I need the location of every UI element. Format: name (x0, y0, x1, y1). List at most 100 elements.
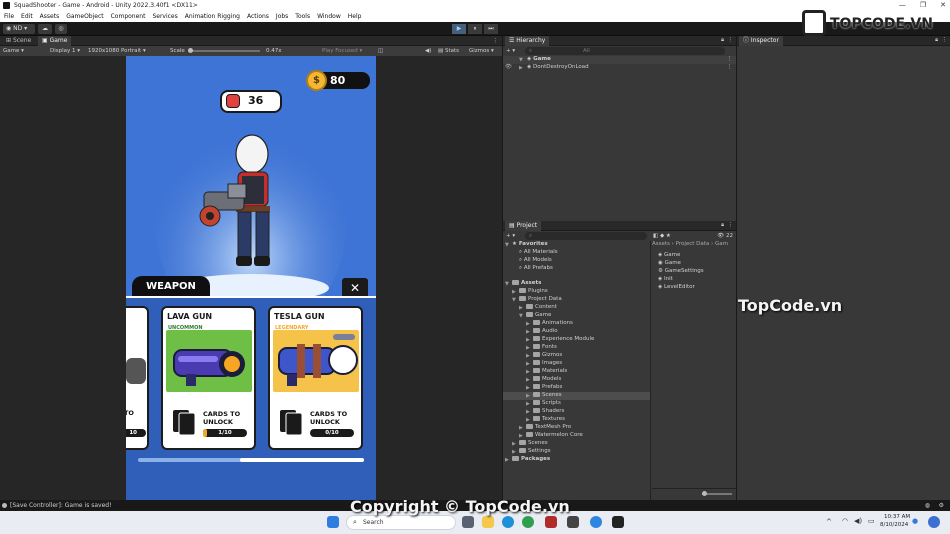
folder-row[interactable]: ▶ Audio (503, 328, 650, 336)
project-splitter[interactable] (650, 241, 651, 500)
project-search-input[interactable]: ⌕ (525, 232, 647, 240)
favorite-item[interactable]: ⌕ All Models (519, 257, 552, 264)
weapon-card-lava-gun[interactable]: LAVA GUN UNCOMMON CARDS TO UNLOCK 1/10 (161, 306, 256, 450)
volume-icon[interactable]: ◀) (854, 517, 862, 525)
expand-icon[interactable]: ▶ (526, 353, 530, 359)
menu-window[interactable]: Window (317, 11, 341, 22)
add-button[interactable]: + ▾ (506, 46, 515, 56)
panel-menu-icon[interactable]: ⋮ (942, 37, 948, 43)
folder-row[interactable]: ▶ Images (503, 360, 650, 368)
expand-icon[interactable]: ▶ (526, 361, 530, 367)
minimize-button[interactable]: — (899, 0, 906, 11)
scale-slider-thumb[interactable] (188, 48, 193, 53)
menu-component[interactable]: Component (111, 11, 146, 22)
view-mode-dropdown[interactable]: Game ▾ (3, 46, 24, 56)
expand-icon[interactable]: ▶ (519, 433, 523, 439)
file-item[interactable]: ⚙ GameSettings (658, 268, 704, 274)
folder-row[interactable]: ▶ TextMesh Pro (503, 424, 650, 432)
taskbar-search-input[interactable]: ⌕ Search (346, 515, 456, 530)
play-focused-dropdown[interactable]: Play Focused ▾ (322, 46, 362, 56)
expand-icon[interactable]: ▶ (526, 385, 530, 391)
expand-icon[interactable]: ▼ (519, 57, 523, 63)
folder-row[interactable]: ▼ Game (503, 312, 650, 320)
file-item[interactable]: ◈ Game (658, 252, 680, 258)
filter-icons[interactable]: ◧ ◆ ★ (653, 231, 671, 241)
file-item[interactable]: ◈ Init (658, 276, 673, 282)
folder-row[interactable]: ▼ Project Data (503, 296, 650, 304)
folder-row[interactable]: ▶ Settings (503, 448, 650, 456)
folder-row[interactable]: ▶ Models (503, 376, 650, 384)
app-icon[interactable] (545, 516, 557, 528)
notification-icon[interactable]: ● (912, 517, 918, 525)
lock-icon[interactable]: 🔒︎ (935, 37, 938, 44)
tab-project[interactable]: ▤ Project (505, 221, 542, 231)
expand-icon[interactable]: ▶ (526, 369, 530, 375)
expand-icon[interactable]: ▶ (526, 329, 530, 335)
file-item[interactable]: ◉ Game (658, 260, 681, 266)
expand-icon[interactable]: ▼ (505, 281, 509, 287)
menu-actions[interactable]: Actions (247, 11, 269, 22)
expand-icon[interactable]: ▼ (512, 297, 516, 303)
edge-icon[interactable] (502, 516, 514, 528)
display-dropdown[interactable]: Display 1 ▾ (50, 46, 80, 56)
menu-tools[interactable]: Tools (295, 11, 310, 22)
menu-services[interactable]: Services (152, 11, 177, 22)
menu-gameobject[interactable]: GameObject (66, 11, 103, 22)
visibility-icon[interactable]: 👁︎ (505, 64, 512, 70)
folder-row[interactable]: ▶ Prefabs (503, 384, 650, 392)
menu-help[interactable]: Help (348, 11, 362, 22)
cloud-icon[interactable]: ☁ (38, 24, 52, 34)
folder-row[interactable]: ▶ Animations (503, 320, 650, 328)
task-view-icon[interactable] (462, 516, 474, 528)
resolution-dropdown[interactable]: 1920x1080 Portrait ▾ (88, 46, 146, 56)
app-icon[interactable] (567, 516, 579, 528)
expand-icon[interactable]: ▶ (526, 345, 530, 351)
account-dropdown[interactable]: ◉ ND ▾ (3, 24, 35, 34)
expand-icon[interactable]: ▶ (519, 425, 523, 431)
packages-header[interactable]: Packages (512, 456, 550, 462)
file-explorer-icon[interactable] (482, 516, 494, 528)
expand-icon[interactable]: ▶ (512, 449, 516, 455)
folder-row[interactable]: ▶ Content (503, 304, 650, 312)
assets-header[interactable]: Assets (512, 280, 541, 286)
expand-icon[interactable]: ▶ (512, 289, 516, 295)
folder-row[interactable]: ▶ Textures (503, 416, 650, 424)
folder-row[interactable]: ▶ Scenes (503, 392, 650, 400)
expand-icon[interactable]: ▶ (526, 321, 530, 327)
weapon-card-tesla-gun[interactable]: TESLA GUN LEGENDARY CARDS TO UNLOCK 0/10 (268, 306, 363, 450)
expand-icon[interactable]: ▶ (526, 377, 530, 383)
status-message[interactable]: [Save Controller]: Game is saved! (10, 502, 112, 509)
messenger-icon[interactable] (590, 516, 602, 528)
hierarchy-item-dontdestroyonload[interactable]: ◈ DontDestroyOnLoad (527, 64, 589, 70)
gizmos-dropdown[interactable]: Gizmos ▾ (469, 46, 494, 56)
menu-animation-rigging[interactable]: Animation Rigging (185, 11, 240, 22)
tab-scene[interactable]: ⊞ Scene (2, 36, 35, 46)
close-weapon-button[interactable]: ✕ (342, 278, 368, 298)
panel-menu-icon[interactable]: ⋮ (493, 38, 499, 44)
battery-icon[interactable]: ▭ (868, 517, 875, 525)
lock-icon[interactable]: 🔒︎ (721, 37, 724, 44)
tab-game[interactable]: ▣ Game (38, 36, 72, 46)
weapon-card-partial[interactable]: TO 10 (126, 306, 149, 450)
audio-icon[interactable]: ◀) (425, 46, 431, 56)
folder-row[interactable]: ▶ Fonts (503, 344, 650, 352)
screenshot-icon[interactable]: ◫ (378, 46, 383, 56)
folder-row[interactable]: ▶ Experience Module (503, 336, 650, 344)
tab-hierarchy[interactable]: ☰ Hierarchy (505, 36, 550, 46)
wifi-icon[interactable]: ◠ (842, 517, 848, 525)
folder-row[interactable]: ▶ Materials (503, 368, 650, 376)
favorites-header[interactable]: ★ Favorites (512, 241, 548, 247)
file-item[interactable]: ◈ LevelEditor (658, 284, 695, 290)
expand-icon[interactable]: ▶ (526, 337, 530, 343)
folder-row[interactable]: ▶ Scripts (503, 400, 650, 408)
cards-scrollbar-thumb[interactable] (240, 458, 364, 462)
chrome-icon[interactable] (522, 516, 534, 528)
windows-start-icon[interactable] (327, 516, 339, 528)
expand-icon[interactable]: ▶ (519, 65, 523, 71)
create-button[interactable]: + ▾ (506, 231, 515, 241)
collab-icon[interactable]: ◎ (55, 24, 67, 34)
clock-date[interactable]: 8/10/2024 (880, 522, 908, 528)
copilot-icon[interactable] (928, 516, 940, 528)
panel-menu-icon[interactable]: ⋮ (728, 222, 734, 228)
hierarchy-row[interactable]: ▼ ◈ Game ⋮ (503, 56, 736, 64)
